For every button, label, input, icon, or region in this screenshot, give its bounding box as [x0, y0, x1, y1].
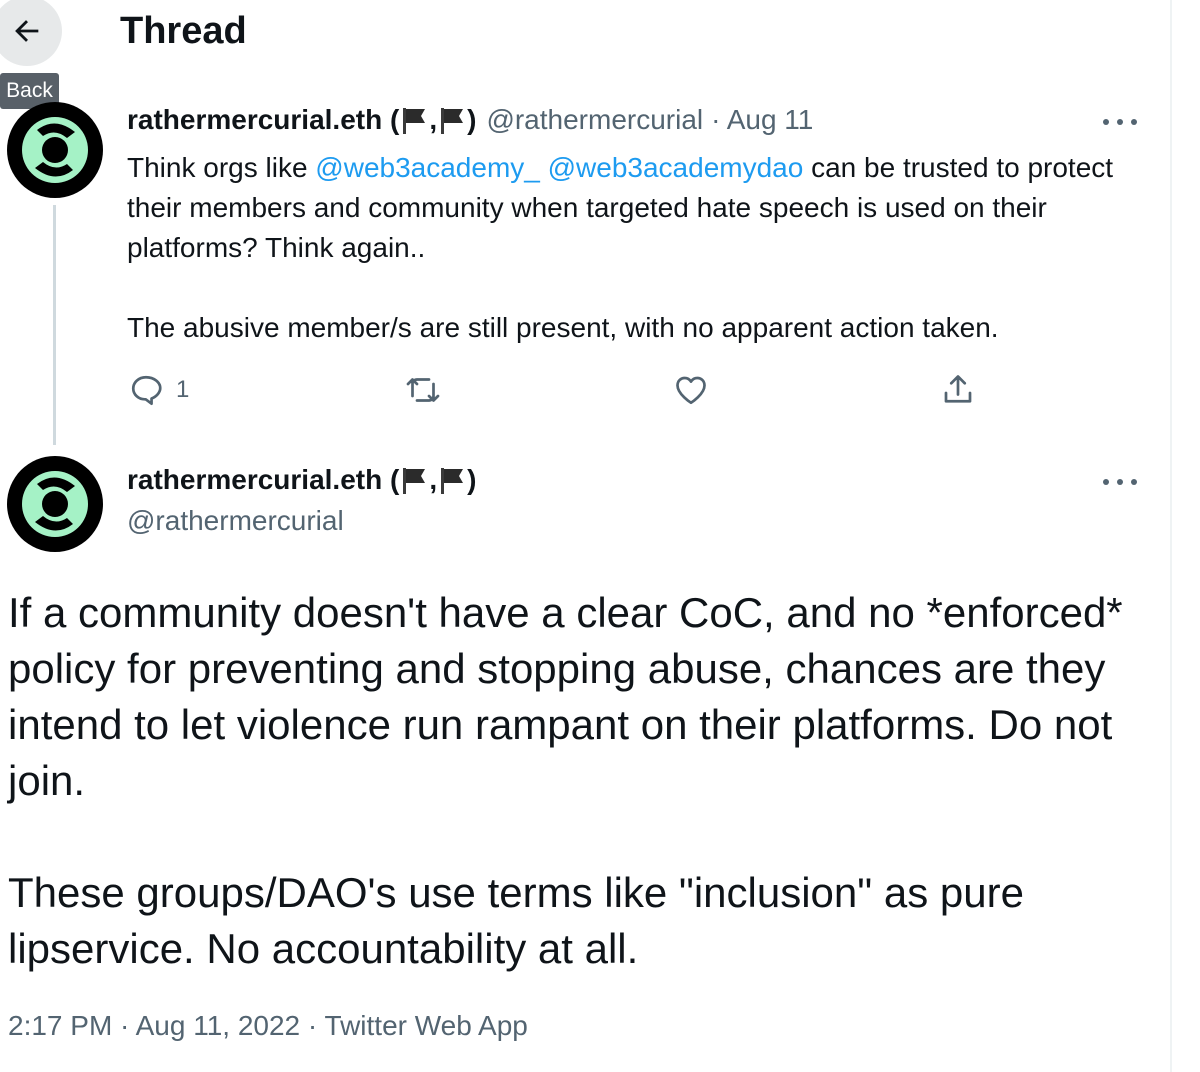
retweet-button[interactable]: [405, 372, 441, 408]
reply-count: 1: [176, 376, 190, 403]
mention-link[interactable]: @web3academydao: [548, 152, 804, 183]
name-separator: ,: [429, 464, 438, 495]
user-handle[interactable]: @rathermercurial: [127, 505, 344, 537]
tweet1-text: Think orgs like @web3academy_ @web3acade…: [127, 152, 1114, 343]
flag-icon: [403, 108, 426, 134]
tweet1-author-line[interactable]: rathermercurial.eth ( , ) @rathermercuri…: [127, 104, 813, 136]
reply-button[interactable]: 1: [128, 372, 189, 408]
avatar[interactable]: [7, 456, 103, 552]
retweet-icon: [406, 378, 440, 402]
tweet2-text: If a community doesn't have a clear CoC,…: [8, 589, 1123, 972]
flag-icon: [441, 468, 464, 494]
tweet-date[interactable]: · Aug 11: [711, 104, 813, 136]
flag-icon: [441, 108, 464, 134]
name-close: ): [467, 464, 477, 495]
tweet-timestamp[interactable]: 2:17 PM · Aug 11, 2022 · Twitter Web App: [8, 1010, 528, 1042]
mention-link[interactable]: @web3academy_: [315, 152, 540, 183]
more-icon[interactable]: [1103, 112, 1137, 132]
reply-icon: [131, 375, 162, 405]
thread-connector-line: [53, 205, 56, 445]
user-handle[interactable]: @rathermercurial: [486, 104, 703, 136]
tweet2-author-line[interactable]: rathermercurial.eth ( , ): [127, 464, 476, 496]
page-title: Thread: [120, 10, 247, 52]
back-button[interactable]: [0, 0, 62, 66]
back-arrow-icon: [15, 20, 39, 42]
display-name[interactable]: rathermercurial.eth (: [127, 104, 399, 136]
like-button[interactable]: [673, 372, 709, 408]
share-icon: [944, 375, 972, 403]
like-icon: [676, 376, 706, 405]
more-icon[interactable]: [1103, 472, 1137, 492]
display-name[interactable]: rathermercurial.eth (: [127, 464, 399, 496]
column-border: [1170, 0, 1172, 1072]
flag-icon: [403, 468, 426, 494]
name-separator: ,: [429, 104, 438, 135]
name-close: ): [467, 104, 477, 135]
share-button[interactable]: [940, 372, 976, 408]
avatar[interactable]: [7, 102, 103, 198]
